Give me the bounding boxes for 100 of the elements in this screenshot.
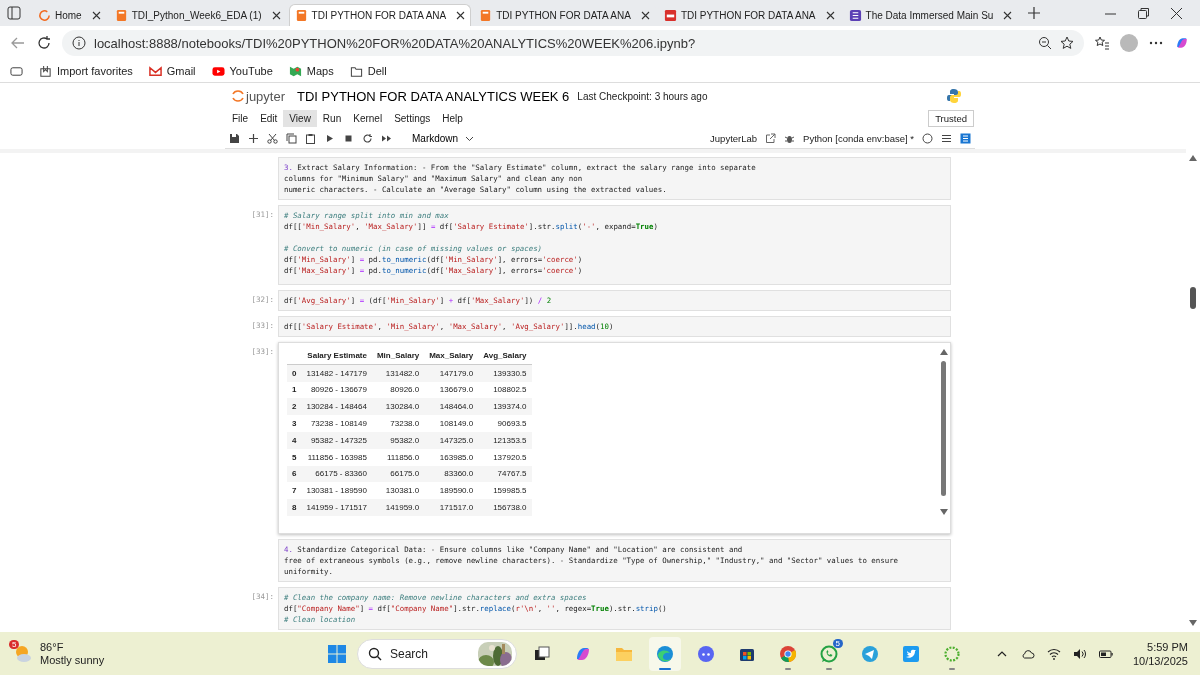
menu-item[interactable]: Help	[436, 110, 469, 127]
external-link-icon[interactable]	[765, 132, 777, 144]
menu-item[interactable]: Edit	[254, 110, 284, 127]
paper-plane-icon[interactable]	[860, 643, 880, 664]
table-cell: 130284 - 148464	[301, 398, 372, 416]
phone-chat-icon[interactable]	[819, 643, 839, 664]
row-index: 4	[287, 432, 302, 449]
jupyter-logo: jupyter	[246, 88, 286, 104]
save-icon[interactable]	[229, 132, 240, 144]
table-cell: 108149.0	[424, 415, 479, 432]
cell-type-dropdown[interactable]: Markdown	[406, 131, 482, 145]
taskbar-app[interactable]: 5	[813, 636, 845, 671]
favorite-link[interactable]: Import favorites	[39, 64, 133, 78]
trusted-indicator[interactable]: Trusted	[928, 110, 974, 127]
close-icon[interactable]	[825, 11, 835, 20]
browser-icon[interactable]	[655, 643, 675, 664]
zoom-icon[interactable]	[1038, 36, 1052, 50]
favorites-icon[interactable]	[1094, 35, 1110, 51]
close-icon[interactable]	[640, 11, 650, 20]
menu-item[interactable]: File	[226, 110, 255, 127]
sidebar-icon[interactable]	[10, 64, 23, 78]
weather-condition: Mostly sunny	[40, 653, 105, 667]
column-header: Max_Salary	[424, 347, 479, 365]
document-icon	[848, 9, 862, 22]
back-arrow-icon[interactable]	[10, 35, 26, 51]
notebook-title[interactable]: TDI PYTHON FOR DATA ANALYTICS WEEK 6	[297, 88, 570, 104]
table-cell: 131482.0	[371, 364, 425, 382]
menu-icon[interactable]	[941, 132, 952, 144]
run-icon[interactable]	[324, 132, 335, 144]
jupyterlab-link[interactable]: JupyterLab	[710, 132, 758, 144]
close-icon[interactable]	[91, 11, 101, 20]
menu-item[interactable]: Kernel	[347, 110, 389, 127]
search-field[interactable]: Search	[388, 645, 462, 662]
markdown-cell[interactable]	[278, 539, 951, 582]
row-index: 6	[287, 465, 302, 483]
play-icon	[211, 64, 225, 78]
markdown-cell[interactable]	[278, 157, 951, 200]
table-cell: 121353.5	[478, 432, 532, 449]
column-header: Avg_Salary	[478, 347, 532, 365]
reload-icon[interactable]	[36, 35, 52, 51]
map-pin-icon	[288, 64, 302, 78]
favorite-link[interactable]: Gmail	[148, 64, 196, 78]
table-cell: 136679.0	[424, 381, 479, 399]
favorite-link[interactable]: YouTube	[211, 64, 273, 78]
restart-icon[interactable]	[362, 132, 373, 144]
address-bar[interactable]: localhost:8888/notebooks/TDI%20PYTHON%20FOR%20DATA%20ANALYTICS%20WEEK%206.ipynb?	[62, 30, 1084, 56]
table-cell: 156738.0	[478, 499, 532, 516]
restore-icon[interactable]	[1138, 7, 1149, 19]
chrome-icon[interactable]	[778, 643, 798, 664]
table-cell: 90693.5	[478, 415, 532, 432]
favorite-link[interactable]: Maps	[288, 64, 334, 78]
cut-icon[interactable]	[267, 132, 278, 144]
table-cell: 141959 - 171517	[301, 499, 372, 516]
paste-icon[interactable]	[305, 132, 316, 144]
folder-icon	[349, 64, 363, 78]
python-logo-icon	[946, 88, 962, 104]
close-icon[interactable]	[1171, 7, 1182, 19]
arrow-down-icon[interactable]	[940, 509, 948, 515]
menu-item[interactable]: Run	[316, 110, 348, 127]
menu-item[interactable]: Settings	[388, 110, 437, 127]
arrow-down-icon[interactable]	[1189, 619, 1197, 627]
table-cell: 130381 - 189590	[301, 482, 372, 500]
close-icon[interactable]	[271, 11, 281, 20]
close-icon[interactable]	[1003, 11, 1013, 20]
favorite-link[interactable]: Dell	[349, 64, 387, 78]
table-cell: 171517.0	[424, 499, 479, 516]
close-icon[interactable]	[456, 11, 466, 20]
kernel-status-icon	[922, 132, 933, 144]
window-icon[interactable]	[6, 5, 22, 21]
search-bar[interactable]: Search	[357, 638, 517, 669]
copilot-icon[interactable]	[1174, 35, 1190, 51]
table-cell: 74767.5	[478, 465, 532, 483]
clock[interactable]: 5:59 PM 10/13/2025	[1132, 639, 1188, 668]
star-icon[interactable]	[1060, 36, 1074, 50]
sidebar-icon[interactable]	[960, 132, 971, 144]
windows-start-icon[interactable]	[326, 642, 348, 665]
table-cell: 111856 - 163985	[301, 448, 372, 466]
new-tab-icon[interactable]	[1028, 7, 1041, 19]
plus-icon[interactable]	[248, 132, 259, 144]
bird-icon[interactable]	[901, 643, 921, 664]
arrow-up-icon[interactable]	[1189, 154, 1197, 162]
code-cell[interactable]	[278, 205, 951, 285]
arrow-up-icon[interactable]	[940, 349, 948, 355]
browser-tab[interactable]: TDI PYTHON FOR DATA ANA	[288, 4, 472, 26]
menu-item[interactable]: View	[283, 110, 317, 127]
notebook-icon	[114, 9, 128, 22]
kernel-name[interactable]: Python [conda env:base] *	[803, 132, 914, 144]
table-cell: 159985.5	[478, 482, 532, 500]
table-cell: 95382.0	[371, 432, 425, 449]
table-cell: 66175.0	[371, 465, 425, 483]
row-index: 8	[287, 499, 302, 516]
info-icon[interactable]	[72, 36, 86, 50]
scroll-thumb[interactable]	[1190, 287, 1196, 309]
temperature: 86°F	[40, 640, 65, 654]
notification-badge: 5	[832, 638, 843, 648]
table-cell: 147179.0	[424, 364, 479, 382]
wifi-icon[interactable]	[1046, 646, 1061, 661]
chat-icon[interactable]	[696, 643, 716, 664]
copy-icon[interactable]	[286, 132, 297, 144]
row-index: 7	[287, 482, 302, 500]
